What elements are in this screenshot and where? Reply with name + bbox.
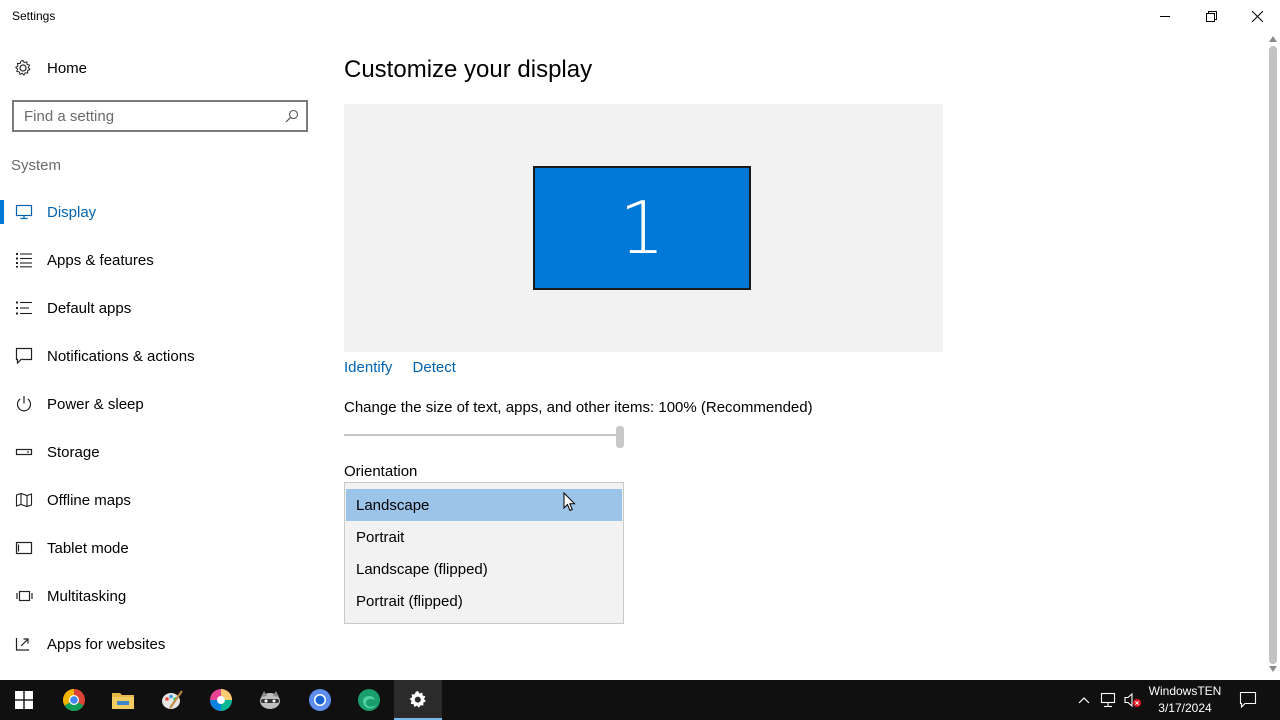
orientation-label: Orientation [344, 463, 418, 480]
option-portrait-flipped[interactable]: Portrait (flipped) [345, 585, 623, 617]
window-title: Settings [12, 9, 56, 23]
taskbar-chromium[interactable] [296, 680, 344, 720]
nav-list: Display Apps & features Default apps Not… [0, 188, 320, 668]
taskbar: WindowsTEN 3/17/2024 [0, 680, 1280, 720]
sidebar-item-label: Display [47, 203, 97, 221]
power-icon [14, 395, 34, 413]
sidebar-item-label: Offline maps [47, 491, 131, 509]
notifications-icon [14, 347, 34, 365]
slider-thumb[interactable] [616, 426, 624, 448]
sidebar-item-offline-maps[interactable]: Offline maps [0, 476, 320, 524]
multitasking-icon [14, 588, 34, 604]
taskbar-clock[interactable]: WindowsTEN 3/17/2024 [1140, 683, 1230, 717]
detect-link[interactable]: Detect [413, 359, 456, 376]
title-bar: Settings [0, 0, 1280, 32]
close-button[interactable] [1234, 0, 1280, 32]
clock-name: WindowsTEN [1148, 684, 1222, 698]
start-button[interactable] [0, 680, 48, 720]
storage-icon [14, 444, 34, 460]
taskbar-file-explorer[interactable] [99, 680, 147, 720]
option-portrait[interactable]: Portrait [345, 521, 623, 553]
sidebar-item-apps-for-websites[interactable]: Apps for websites [0, 620, 320, 668]
identify-link[interactable]: Identify [344, 359, 392, 376]
option-cutoff[interactable] [345, 617, 623, 623]
default-apps-icon [14, 300, 34, 316]
map-icon [14, 492, 34, 508]
search-icon[interactable] [285, 109, 299, 128]
taskbar-color-app[interactable] [197, 680, 245, 720]
sidebar-item-storage[interactable]: Storage [0, 428, 320, 476]
sidebar-item-display[interactable]: Display [0, 188, 320, 236]
minimize-button[interactable] [1142, 0, 1188, 32]
taskbar-settings[interactable] [394, 680, 442, 720]
sidebar-item-apps-features[interactable]: Apps & features [0, 236, 320, 284]
monitor-1-tile[interactable]: 1 [533, 166, 751, 290]
tray-action-center[interactable] [1236, 680, 1260, 720]
home-label: Home [47, 59, 88, 77]
sidebar-item-tablet-mode[interactable]: Tablet mode [0, 524, 320, 572]
sidebar-item-label: Default apps [47, 299, 132, 317]
minimize-icon [1160, 16, 1170, 17]
main-content: Customize your display 1 Identify Detect… [344, 32, 1264, 680]
scrollbar-thumb[interactable] [1269, 46, 1277, 664]
edge-icon [358, 689, 380, 711]
chromium-icon [309, 689, 331, 711]
option-landscape-flipped[interactable]: Landscape (flipped) [345, 553, 623, 585]
tray-network[interactable] [1098, 680, 1120, 720]
home-nav-item[interactable]: Home [0, 52, 320, 84]
monitor-icon [14, 204, 34, 220]
page-title: Customize your display [344, 56, 593, 83]
raccoon-app-icon [260, 691, 280, 709]
list-icon [14, 252, 34, 268]
orientation-dropdown-list[interactable]: Landscape Portrait Landscape (flipped) P… [344, 482, 624, 624]
slider-track [344, 434, 620, 436]
sidebar-item-label: Tablet mode [47, 539, 129, 557]
search-input[interactable] [24, 107, 284, 125]
page-scrollbar[interactable] [1266, 32, 1280, 680]
start-icon [15, 691, 33, 709]
sidebar-item-label: Apps & features [47, 251, 154, 269]
chrome-icon [63, 689, 85, 711]
close-icon [1251, 10, 1263, 22]
network-icon [1100, 692, 1116, 708]
sidebar-item-default-apps[interactable]: Default apps [0, 284, 320, 332]
sidebar-item-power-sleep[interactable]: Power & sleep [0, 380, 320, 428]
color-app-icon [210, 689, 232, 711]
sidebar-item-label: Storage [47, 443, 100, 461]
taskbar-paint[interactable] [148, 680, 196, 720]
scale-slider[interactable] [344, 426, 626, 448]
restore-icon [1205, 10, 1217, 22]
mouse-cursor-icon [563, 492, 576, 512]
section-label-system: System [11, 157, 62, 174]
tray-show-hidden[interactable] [1074, 680, 1094, 720]
paint-icon [162, 690, 183, 709]
sidebar-item-notifications[interactable]: Notifications & actions [0, 332, 320, 380]
monitor-number: 1 [619, 186, 665, 270]
scroll-up-icon[interactable] [1269, 36, 1277, 42]
search-box[interactable] [12, 100, 308, 132]
apps-websites-icon [14, 636, 34, 652]
scale-label: Change the size of text, apps, and other… [344, 399, 813, 416]
sidebar-item-label: Power & sleep [47, 395, 144, 413]
display-preview: 1 [344, 104, 943, 352]
chevron-up-icon [1078, 697, 1090, 704]
display-links: Identify Detect [344, 359, 472, 376]
clock-date: 3/17/2024 [1158, 701, 1212, 715]
sidebar: Home System Display Apps & features Defa… [0, 32, 320, 680]
taskbar-edge[interactable] [345, 680, 393, 720]
file-explorer-icon [112, 693, 134, 709]
sidebar-item-multitasking[interactable]: Multitasking [0, 572, 320, 620]
restore-button[interactable] [1188, 0, 1234, 32]
taskbar-raccoon-app[interactable] [246, 680, 294, 720]
tablet-icon [14, 540, 34, 556]
sidebar-item-label: Apps for websites [47, 635, 166, 653]
gear-icon [13, 59, 33, 77]
settings-icon [409, 691, 426, 708]
action-center-icon [1239, 691, 1257, 709]
sidebar-item-label: Notifications & actions [47, 347, 195, 365]
option-landscape[interactable]: Landscape [346, 489, 622, 521]
scroll-down-icon[interactable] [1269, 666, 1277, 672]
taskbar-chrome[interactable] [50, 680, 98, 720]
sidebar-item-label: Multitasking [47, 587, 127, 605]
